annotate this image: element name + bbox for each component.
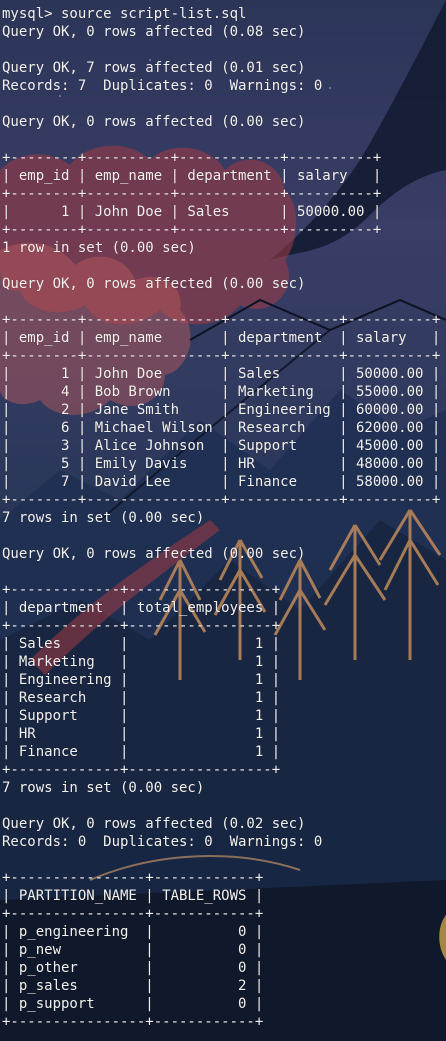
terminal-line: mysql> source script-list.sql	[2, 6, 247, 22]
terminal-line: | PARTITION_NAME | TABLE_ROWS |	[2, 888, 264, 904]
terminal-output[interactable]: mysql> source script-list.sql Query OK, 0…	[0, 0, 446, 1041]
terminal-line: Query OK, 0 rows affected (0.00 sec)	[2, 546, 306, 562]
terminal-line: 7 rows in set (0.00 sec)	[2, 510, 205, 526]
terminal-line: Query OK, 0 rows affected (0.00 sec)	[2, 276, 306, 292]
terminal-line: | p_sales | 2 |	[2, 978, 264, 994]
terminal-line: | Engineering | 1 |	[2, 672, 281, 688]
terminal-line: +--------+----------------+-------------…	[2, 492, 441, 508]
terminal-line: 1 row in set (0.00 sec)	[2, 240, 196, 256]
terminal-line: +--------+----------+------------+------…	[2, 150, 382, 166]
terminal-line: | Finance | 1 |	[2, 744, 281, 760]
terminal-line: +-------------+-----------------+	[2, 618, 281, 634]
terminal-line: | emp_id | emp_name | department | salar…	[2, 168, 382, 184]
terminal-line: | p_new | 0 |	[2, 942, 264, 958]
terminal-line: Query OK, 0 rows affected (0.08 sec)	[2, 24, 306, 40]
terminal-line: Records: 0 Duplicates: 0 Warnings: 0	[2, 834, 323, 850]
terminal-line: | 4 | Bob Brown | Marketing | 55000.00 |	[2, 384, 441, 400]
terminal-line: Query OK, 0 rows affected (0.02 sec)	[2, 816, 306, 832]
terminal-line: +----------------+------------+	[2, 870, 264, 886]
terminal-line: | 1 | John Doe | Sales | 50000.00 |	[2, 204, 382, 220]
terminal-line: | 2 | Jane Smith | Engineering | 60000.0…	[2, 402, 441, 418]
terminal-line: +-------------+-----------------+	[2, 762, 281, 778]
terminal-line: +----------------+------------+	[2, 906, 264, 922]
terminal-line: | Research | 1 |	[2, 690, 281, 706]
terminal-line: | HR | 1 |	[2, 726, 281, 742]
terminal-line: | 3 | Alice Johnson | Support | 45000.00…	[2, 438, 441, 454]
terminal-line: | 5 | Emily Davis | HR | 48000.00 |	[2, 456, 441, 472]
terminal-line: +--------+----------------+-------------…	[2, 312, 441, 328]
terminal-line: 7 rows in set (0.00 sec)	[2, 780, 205, 796]
terminal-window[interactable]: mysql> source script-list.sql Query OK, 0…	[0, 0, 446, 1041]
terminal-line: | Sales | 1 |	[2, 636, 281, 652]
terminal-line: | Support | 1 |	[2, 708, 281, 724]
terminal-line: | p_engineering | 0 |	[2, 924, 264, 940]
terminal-line: +-------------+-----------------+	[2, 582, 281, 598]
terminal-line: +----------------+------------+	[2, 1014, 264, 1030]
terminal-line: | 6 | Michael Wilson | Research | 62000.…	[2, 420, 441, 436]
terminal-line: | Marketing | 1 |	[2, 654, 281, 670]
terminal-line: Query OK, 0 rows affected (0.00 sec)	[2, 114, 306, 130]
terminal-line: | emp_id | emp_name | department | salar…	[2, 330, 441, 346]
terminal-line: | department | total_employees |	[2, 600, 281, 616]
terminal-line: Query OK, 7 rows affected (0.01 sec)	[2, 60, 306, 76]
terminal-line: | p_other | 0 |	[2, 960, 264, 976]
terminal-line: +--------+----------------+-------------…	[2, 348, 441, 364]
terminal-line: +--------+----------+------------+------…	[2, 186, 382, 202]
terminal-line: +--------+----------+------------+------…	[2, 222, 382, 238]
terminal-line: | 7 | David Lee | Finance | 58000.00 |	[2, 474, 441, 490]
terminal-line: | p_support | 0 |	[2, 996, 264, 1012]
terminal-line: Records: 7 Duplicates: 0 Warnings: 0	[2, 78, 323, 94]
terminal-line: | 1 | John Doe | Sales | 50000.00 |	[2, 366, 441, 382]
